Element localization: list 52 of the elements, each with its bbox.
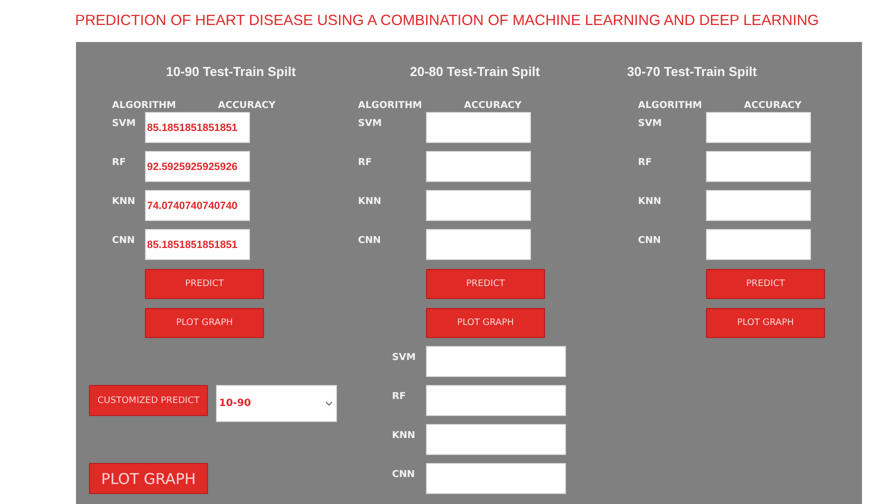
accuracy-field[interactable] xyxy=(706,190,811,221)
column-header: ALGORITHM xyxy=(358,100,424,112)
algorithm-label: RF xyxy=(392,390,407,404)
accuracy-field[interactable] xyxy=(426,112,531,143)
accuracy-field[interactable] xyxy=(706,229,811,260)
plot-graph-button[interactable]: PLOT GRAPH xyxy=(145,308,264,338)
algorithm-label: CNN xyxy=(112,234,136,248)
accuracy-field[interactable]: 85.1851851851851 xyxy=(145,229,250,260)
page-title: PREDICTION OF HEART DISEASE USING A COMBINATION OF MACHINE LEARNING AND DEEP LEARNING xyxy=(74,12,820,29)
algorithm-label: RF xyxy=(112,156,127,170)
section-heading: 20-80 Test-Train Spilt xyxy=(410,64,541,79)
accuracy-field[interactable] xyxy=(426,424,566,455)
accuracy-field[interactable] xyxy=(426,151,531,182)
customized-predict-button[interactable]: CUSTOMIZED PREDICT xyxy=(89,385,208,416)
algorithm-label: KNN xyxy=(112,195,136,209)
column-header: ACCURACY xyxy=(464,100,522,112)
plot-graph-button[interactable]: PLOT GRAPH xyxy=(426,308,545,338)
accuracy-field[interactable] xyxy=(426,346,566,377)
algorithm-label: RF xyxy=(638,156,653,170)
algorithm-label: SVM xyxy=(358,117,383,131)
accuracy-field[interactable] xyxy=(706,112,811,143)
algorithm-label: KNN xyxy=(392,429,416,443)
accuracy-field[interactable] xyxy=(426,229,531,260)
accuracy-field[interactable] xyxy=(426,463,566,494)
accuracy-field[interactable]: 85.1851851851851 xyxy=(145,112,250,143)
chevron-down-icon xyxy=(325,401,333,406)
section-heading: 10-90 Test-Train Spilt xyxy=(166,64,297,79)
column-header: ACCURACY xyxy=(218,100,276,112)
algorithm-label: SVM xyxy=(638,117,663,131)
algorithm-label: CNN xyxy=(358,234,382,248)
algorithm-label: KNN xyxy=(638,195,662,209)
column-header: ACCURACY xyxy=(744,100,802,112)
column-header: ALGORITHM xyxy=(638,100,704,112)
split-select[interactable]: 10-90 xyxy=(216,385,337,422)
predict-button[interactable]: PREDICT xyxy=(426,269,545,299)
algorithm-label: CNN xyxy=(638,234,662,248)
plot-graph-button[interactable]: PLOT GRAPH xyxy=(706,308,825,338)
predict-button[interactable]: PREDICT xyxy=(706,269,825,299)
algorithm-label: SVM xyxy=(112,117,137,131)
plot-graph-button[interactable]: PLOT GRAPH xyxy=(89,463,208,494)
predict-button[interactable]: PREDICT xyxy=(145,269,264,299)
accuracy-field[interactable]: 74.0740740740740 xyxy=(145,190,250,221)
accuracy-field[interactable] xyxy=(706,151,811,182)
algorithm-label: RF xyxy=(358,156,373,170)
accuracy-field[interactable]: 92.5925925925926 xyxy=(145,151,250,182)
section-heading: 30-70 Test-Train Spilt xyxy=(627,64,758,79)
accuracy-field[interactable] xyxy=(426,190,531,221)
column-header: ALGORITHM xyxy=(112,100,178,112)
algorithm-label: CNN xyxy=(392,468,416,482)
algorithm-label: SVM xyxy=(392,351,417,365)
accuracy-field[interactable] xyxy=(426,385,566,416)
algorithm-label: KNN xyxy=(358,195,382,209)
